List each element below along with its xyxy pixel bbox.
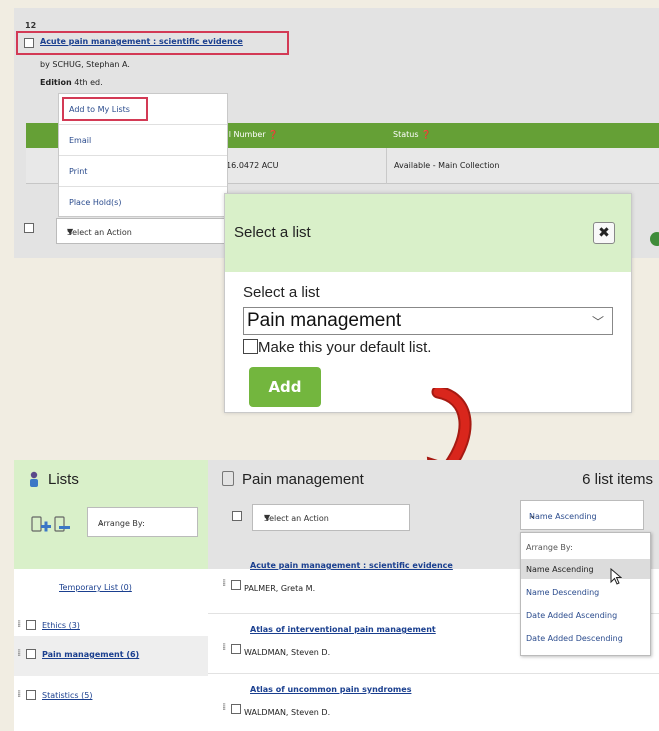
default-list-option[interactable]: Make this your default list. [243,339,431,356]
chevron-down-icon: ⌄ [529,511,536,520]
caret-down-icon: ▼ [67,227,74,236]
status: Available - Main Collection [394,161,500,170]
chevron-down-icon: ﹀ [591,315,604,329]
by-label: by [40,60,50,69]
list-entry-author: WALDMAN, Steven D. [244,708,331,717]
drag-handle-icon[interactable]: ⁞⁞ [17,619,22,630]
add-button[interactable]: Add [249,367,321,407]
result-author-line: by SCHUG, Stephan A. [40,60,130,69]
lists-sidebar: Lists Arrange By: ⌄ Temporary List (0) ⁞… [14,460,208,731]
caret-down-icon: ⌄ [98,518,105,527]
drag-handle-icon[interactable]: ⁞⁞ [17,689,22,700]
selected-list-value: Pain management [247,310,402,331]
lists-heading: Lists [28,471,79,488]
result-edition-line: Edition 4th ed. [40,78,103,87]
list-checkbox[interactable] [26,649,36,659]
select-list-dialog: Select a list ✖ Select a list Pain manag… [224,193,632,413]
result-edition: 4th ed. [74,78,103,87]
menu-item-email[interactable]: Email [59,125,227,156]
sort-option-header: Arrange By: [526,543,573,552]
menu-item-print[interactable]: Print [59,156,227,187]
sort-option-name-ascending[interactable]: Name Ascending [521,559,650,579]
list-entry-title[interactable]: Acute pain management : scientific evide… [250,561,453,570]
list-entry-checkbox[interactable] [231,644,241,654]
list-entry-author: WALDMAN, Steven D. [244,648,331,657]
new-list-icon[interactable] [31,516,51,532]
list-select-label: Select a list [243,284,320,301]
sort-select[interactable]: Name Ascending ⌄ [520,500,644,530]
action-menu: Add to My Lists Email Print Place Hold(s… [58,93,228,217]
drag-handle-icon[interactable]: ⁞⁞ [222,642,227,653]
list-entry-checkbox[interactable] [231,704,241,714]
list-item-statistics[interactable]: ⁞⁞ Statistics (5) [14,677,208,715]
list-action-select[interactable]: Select an Action ▼ [252,504,410,531]
list-tools [31,515,71,541]
call-number: 616.0472 ACU [221,161,279,170]
list-select[interactable]: Pain management ﹀ [243,307,613,335]
sort-option-name-descending[interactable]: Name Descending [521,582,650,602]
result-checkbox[interactable] [24,38,34,48]
menu-item-highlight [62,97,148,121]
sort-options-menu: Arrange By: Name Ascending Name Descendi… [520,532,651,656]
menu-item-place-hold[interactable]: Place Hold(s) [59,187,227,218]
current-list-title: Pain management [222,471,364,488]
select-all-checkbox[interactable] [24,223,34,233]
action-select[interactable]: Select an Action ▼ [56,218,228,244]
dialog-title: Select a list [234,224,311,241]
result-author: SCHUG, Stephan A. [52,60,130,69]
drag-handle-icon[interactable]: ⁞⁞ [222,578,227,589]
lists-sidebar-header: Lists Arrange By: ⌄ [14,460,208,569]
edition-label: Edition [40,78,72,87]
list-entry: Atlas of uncommon pain syndromes ⁞⁞ WALD… [208,673,659,731]
title-highlight: Acute pain management : scientific evide… [16,31,289,55]
help-icon: ❓ [268,130,279,139]
delete-list-icon[interactable] [54,516,70,532]
mouse-cursor-icon [610,568,622,585]
list-item-count: 6 list items [582,471,653,488]
list-entry-author: PALMER, Greta M. [244,584,316,593]
result-number: 12 [25,21,37,30]
status-header: Status ❓ [393,130,432,139]
sort-option-date-added-descending[interactable]: Date Added Descending [521,628,650,648]
list-icon [222,471,234,486]
drag-handle-icon[interactable]: ⁞⁞ [17,648,22,659]
list-item-temporary[interactable]: Temporary List (0) [14,569,208,607]
drag-handle-icon[interactable]: ⁞⁞ [222,702,227,713]
list-checkbox[interactable] [26,620,36,630]
next-arrow-icon[interactable] [650,232,659,246]
dialog-header: Select a list ✖ [225,194,631,272]
list-item-pain-management[interactable]: ⁞⁞ Pain management (6) [14,636,208,676]
list-contents: Pain management 6 list items Select an A… [208,460,659,731]
default-list-checkbox[interactable] [243,339,258,354]
caret-down-icon: ▼ [264,513,271,522]
sort-option-date-added-ascending[interactable]: Date Added Ascending [521,605,650,625]
result-title-link[interactable]: Acute pain management : scientific evide… [40,37,243,46]
help-icon: ❓ [421,130,432,139]
close-button[interactable]: ✖ [593,222,615,244]
default-list-label: Make this your default list. [258,339,432,356]
list-entry-checkbox[interactable] [231,580,241,590]
select-all-items-checkbox[interactable] [232,511,242,521]
list-entry-title[interactable]: Atlas of interventional pain management [250,625,436,634]
list-checkbox[interactable] [26,690,36,700]
list-entry-title[interactable]: Atlas of uncommon pain syndromes [250,685,411,694]
my-lists-panel: Lists Arrange By: ⌄ Temporary List (0) ⁞… [14,460,659,731]
user-icon [30,471,38,487]
arrange-lists-select[interactable]: Arrange By: ⌄ [87,507,198,537]
